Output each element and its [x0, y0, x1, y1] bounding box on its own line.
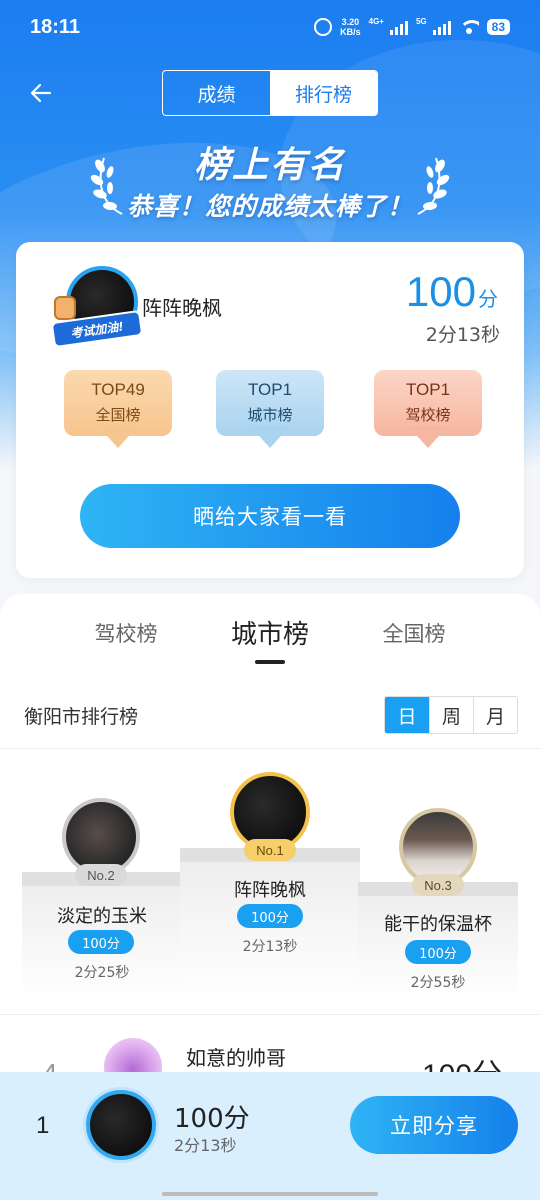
tab-school-ranking[interactable]: 驾校榜: [66, 618, 186, 648]
home-indicator[interactable]: [162, 1192, 378, 1196]
wifi-icon: [458, 20, 479, 34]
alarm-icon: [314, 18, 333, 36]
banner-subtitle: 恭喜！您的成绩太棒了！: [126, 192, 413, 221]
my-score: 100分: [174, 1104, 250, 1134]
divider: [0, 1014, 540, 1015]
badge-city: TOP1 城市榜: [216, 370, 324, 452]
list-name: 如意的帅哥: [186, 1046, 286, 1070]
tab-city-ranking[interactable]: 城市榜: [210, 614, 330, 651]
rank-badge: No.2: [75, 864, 127, 886]
net-speed: 3.20 KB/s: [340, 17, 361, 37]
podium-time: 2分55秒: [410, 975, 466, 991]
status-bar: 18:11 3.20 KB/s 4G+ 5G 83: [0, 0, 540, 58]
podium-time: 2分25秒: [74, 965, 130, 981]
podium-name: 淡定的玉米: [57, 906, 147, 927]
period-week[interactable]: 周: [429, 697, 473, 733]
signal-icon-2: [432, 19, 451, 35]
badge-national: TOP49 全国榜: [64, 370, 172, 452]
divider: [0, 748, 540, 749]
show-off-button[interactable]: 晒给大家看一看: [80, 484, 460, 548]
my-rank: 1: [36, 1112, 50, 1139]
score-duration: 2分13秒: [425, 324, 500, 346]
avatar: [86, 1090, 156, 1160]
my-rank-bar: 1 100分 2分13秒 立即分享: [0, 1072, 540, 1200]
status-time: 18:11: [30, 16, 81, 38]
user-name: 阵阵晚枫: [142, 296, 222, 320]
list-title: 衡阳市排行榜: [24, 706, 139, 728]
rank-badge: No.1: [244, 839, 296, 861]
podium-name: 能干的保温杯: [384, 914, 492, 935]
fist-icon: [54, 296, 76, 320]
podium-score: 100分: [237, 904, 303, 928]
period-selector: 日 周 月: [384, 696, 518, 734]
tab-score[interactable]: 成绩: [163, 71, 270, 115]
score-display: 100 分: [405, 268, 498, 315]
header-segmented-control: 成绩 排行榜: [162, 70, 378, 116]
banner-title: 榜上有名: [193, 145, 346, 186]
podium-name: 阵阵晚枫: [234, 880, 306, 901]
podium-score: 100分: [68, 930, 134, 954]
period-month[interactable]: 月: [473, 697, 517, 733]
podium-time: 2分13秒: [242, 939, 298, 955]
signal-icon: [389, 19, 408, 35]
back-arrow-icon[interactable]: [28, 80, 54, 106]
podium-score: 100分: [405, 940, 471, 964]
active-tab-indicator: [255, 660, 285, 664]
user-avatar-group: 考试加油!: [50, 266, 144, 354]
tab-leaderboard[interactable]: 排行榜: [270, 71, 377, 115]
tab-national-ranking[interactable]: 全国榜: [354, 618, 474, 648]
my-time: 2分13秒: [174, 1136, 237, 1155]
result-card: 考试加油! 阵阵晚枫 100 分 2分13秒 TOP49 全国榜 TOP1 城市榜…: [16, 242, 524, 578]
badge-school: TOP1 驾校榜: [374, 370, 482, 452]
rank-badge: No.3: [412, 874, 464, 896]
share-now-button[interactable]: 立即分享: [350, 1096, 518, 1154]
period-day[interactable]: 日: [385, 697, 429, 733]
battery-icon: 83: [486, 19, 510, 35]
